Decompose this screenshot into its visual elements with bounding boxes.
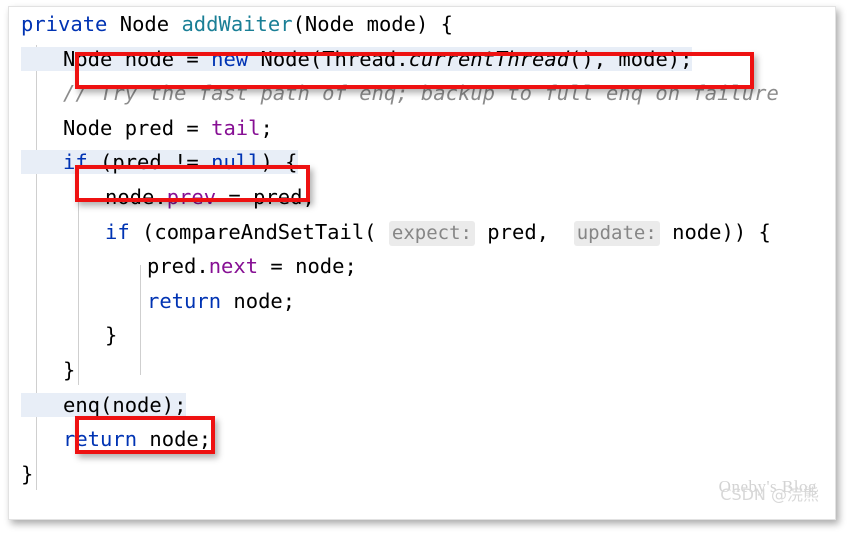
code-token-pln: (), mode); [569, 46, 693, 71]
code-token-pln: } [63, 357, 76, 382]
code-line-text: if (pred != null) { [21, 150, 298, 175]
code-token-pln: node)) { [659, 219, 771, 244]
code-token-pln [169, 12, 181, 36]
code-line[interactable]: if (pred != null) { [9, 145, 835, 180]
code-token-kw: private [21, 12, 108, 36]
code-token-pln [107, 12, 119, 36]
code-token-pln: } [105, 323, 118, 348]
code-token-pln: enq(node); [63, 392, 187, 417]
code-line-text: if (compareAndSetTail( expect: pred, upd… [21, 219, 771, 246]
code-line[interactable]: // Try the fast path of enq; backup to f… [9, 76, 835, 111]
code-token-pln: Node pred = [63, 115, 212, 140]
code-token-pln: node; [137, 427, 212, 452]
code-token-pln: ) { [260, 150, 298, 175]
code-token-pln: node; [221, 288, 296, 313]
code-line[interactable]: node.prev = pred; [9, 180, 835, 215]
code-token-pln: pred. [147, 254, 209, 279]
code-token-kw: null [211, 150, 261, 175]
code-token-kw: if [105, 219, 130, 244]
code-line[interactable]: enq(node); [9, 388, 835, 423]
code-line-text: } [21, 323, 117, 347]
code-line-text: return node; [21, 289, 295, 313]
code-token-pln: Node node = [63, 46, 212, 71]
code-line[interactable]: if (compareAndSetTail( expect: pred, upd… [9, 215, 835, 250]
screenshot-root: private Node addWaiter(Node mode) { Node … [0, 0, 852, 538]
code-token-hint: expect: [388, 220, 475, 246]
code-token-pln: pred, [474, 219, 574, 244]
code-line[interactable]: } [9, 353, 835, 388]
code-line-text: Node pred = tail; [21, 116, 273, 140]
code-token-pln: (Node mode) { [292, 12, 454, 36]
code-token-fld: tail [211, 115, 261, 140]
code-token-pln: } [21, 461, 34, 486]
code-line[interactable]: Node node = new Node(Thread.currentThrea… [9, 42, 835, 77]
code-token-hint: update: [573, 220, 660, 246]
code-line-text: Node node = new Node(Thread.currentThrea… [21, 46, 693, 71]
code-token-pln: (pred != [87, 150, 212, 175]
code-line-text: return node; [21, 427, 211, 451]
code-line[interactable]: pred.next = node; [9, 249, 835, 284]
watermark-csdn: CSDN @浣熊 [720, 485, 819, 504]
code-line-text: node.prev = pred; [21, 185, 315, 209]
code-line-text: } [21, 462, 33, 486]
code-token-mth: addWaiter [181, 12, 293, 36]
code-token-pln: (compareAndSetTail( [129, 219, 389, 244]
code-token-pln: = node; [258, 254, 357, 279]
code-line[interactable]: } [9, 457, 835, 492]
code-line-text: enq(node); [21, 392, 187, 417]
code-token-pln: = pred; [216, 184, 315, 209]
code-token-fld: next [208, 254, 259, 279]
code-line[interactable]: return node; [9, 284, 835, 319]
code-line[interactable]: private Node addWaiter(Node mode) { [9, 7, 835, 42]
code-token-kw: new [211, 46, 249, 71]
code-token-cmt: // Try the fast path of enq; backup to f… [63, 81, 779, 106]
code-token-stat: currentThread [408, 46, 570, 71]
code-line-text: pred.next = node; [21, 254, 357, 278]
code-editor-panel[interactable]: private Node addWaiter(Node mode) { Node … [8, 6, 836, 520]
code-token-fld: prev [166, 184, 217, 209]
code-line[interactable]: Node pred = tail; [9, 111, 835, 146]
code-token-pln: node. [105, 184, 167, 209]
code-line-text: } [21, 358, 75, 382]
code-token-pln: ; [260, 115, 273, 140]
code-token-kw: return [147, 288, 222, 313]
code-line-text: private Node addWaiter(Node mode) { [21, 12, 453, 36]
code-line[interactable]: return node; [9, 422, 835, 457]
code-token-kw: if [63, 150, 88, 175]
code-line[interactable]: } [9, 318, 835, 353]
code-token-pln: Node(Thread. [248, 46, 409, 71]
code-token-kw: return [63, 427, 138, 452]
code-line-text: // Try the fast path of enq; backup to f… [21, 81, 779, 105]
code-content[interactable]: private Node addWaiter(Node mode) { Node … [9, 7, 835, 519]
code-token-typ: Node [119, 12, 170, 36]
